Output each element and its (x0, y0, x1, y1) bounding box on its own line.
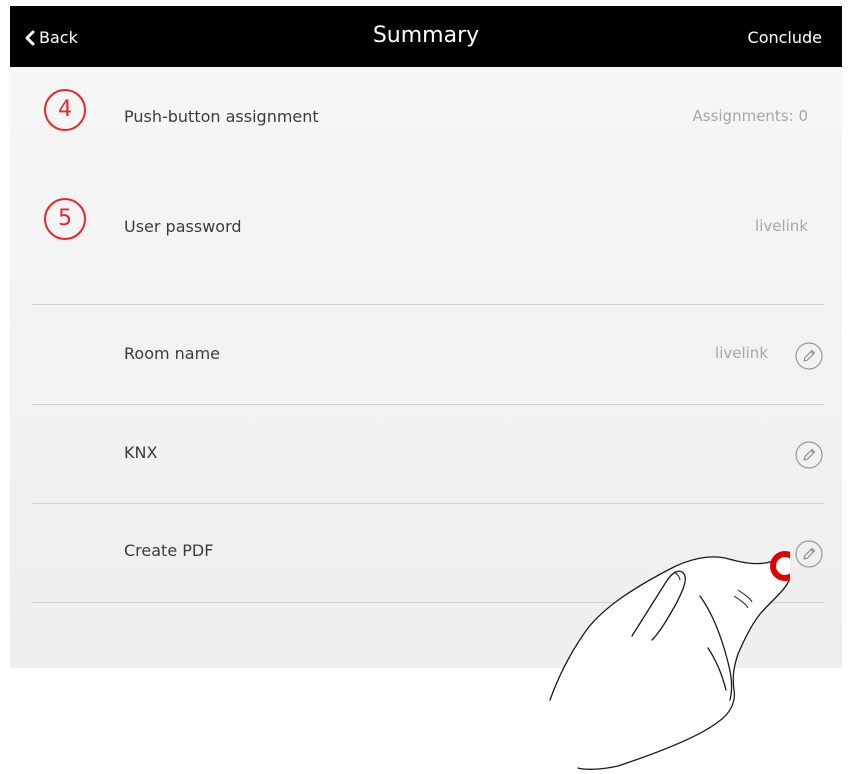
room-name-edit-button[interactable] (795, 342, 823, 370)
step-4-indicator: 4 (43, 88, 87, 132)
push-button-assignment-label: Push-button assignment (124, 107, 319, 126)
divider (32, 503, 824, 504)
chevron-left-icon (25, 30, 35, 45)
room-name-value: livelink (715, 344, 768, 362)
knx-edit-button[interactable] (795, 441, 823, 469)
user-password-value: livelink (755, 217, 808, 235)
create-pdf-edit-button[interactable] (795, 540, 823, 568)
step-number: 4 (58, 97, 72, 122)
divider (32, 404, 824, 405)
step-5-indicator: 5 (43, 197, 87, 241)
pencil-icon (795, 540, 823, 568)
step-number: 5 (58, 206, 72, 231)
knx-label: KNX (124, 443, 158, 462)
top-bar: Back Summary Conclude (10, 6, 842, 67)
divider (32, 304, 824, 305)
conclude-button[interactable]: Conclude (748, 28, 822, 47)
back-button[interactable]: Back (23, 28, 78, 47)
hand-pointer-icon (549, 551, 790, 770)
pencil-icon (795, 441, 823, 469)
pencil-icon (795, 342, 823, 370)
room-name-label: Room name (124, 344, 221, 363)
create-pdf-label: Create PDF (124, 541, 214, 560)
user-password-label: User password (124, 217, 242, 236)
page-title: Summary (372, 23, 480, 48)
back-label: Back (39, 28, 78, 47)
assignments-value: Assignments: 0 (692, 107, 809, 125)
